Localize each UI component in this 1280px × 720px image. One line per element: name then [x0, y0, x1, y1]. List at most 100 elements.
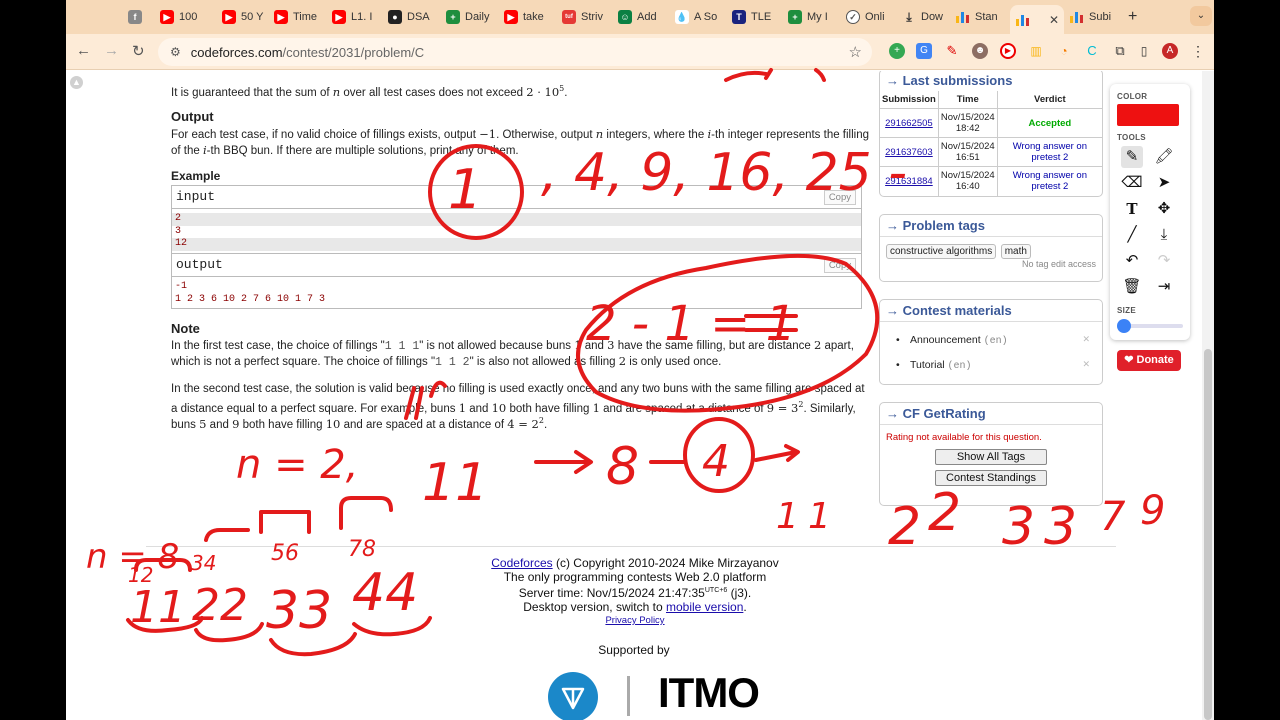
youtube-icon: ▶	[274, 10, 288, 24]
scrollbar-thumb[interactable]	[1204, 349, 1212, 720]
submission-link[interactable]: 291631884	[885, 176, 933, 187]
tab-sheets-my[interactable]: + My I	[788, 5, 840, 29]
column-header: Verdict	[997, 91, 1102, 109]
note-line2: which is not a perfect square. The choic…	[171, 354, 722, 369]
tab-youtube-take[interactable]: ▶ take	[504, 5, 556, 29]
donate-button[interactable]: ❤ Donate	[1117, 350, 1181, 371]
tab-github-dsa[interactable]: ● DSA	[388, 5, 440, 29]
close-tab-icon[interactable]: ✕	[1049, 13, 1059, 27]
problem-tags-box: → Problem tags constructive algorithms m…	[879, 214, 1103, 282]
undo-icon[interactable]: ↶	[1121, 250, 1143, 272]
material-announcement[interactable]: Announcement (en)✕	[880, 330, 1102, 355]
submission-link[interactable]: 291662505	[885, 118, 933, 129]
scroll-up-icon[interactable]: ▲	[70, 76, 83, 89]
ton-logo[interactable]	[548, 672, 598, 720]
swirl-extension-icon[interactable]: ◔	[1056, 43, 1072, 59]
tab-contacts[interactable]: ☺ Add	[618, 5, 670, 29]
download-icon[interactable]: ⤓	[1153, 224, 1175, 246]
example-output-box: output Copy -1 1 2 3 6 10 2 7 6 10 1 7 3	[171, 253, 862, 309]
tab-online[interactable]: ✓ Onli	[846, 5, 898, 29]
copy-input-button[interactable]: Copy	[823, 190, 856, 205]
c-extension-icon[interactable]: C	[1084, 43, 1100, 59]
redo-icon[interactable]: ↷	[1153, 250, 1175, 272]
youtube-icon: ▶	[160, 10, 174, 24]
check-icon: ✓	[846, 10, 860, 24]
pen-extension-icon[interactable]: ✎	[944, 43, 960, 59]
tab-striver[interactable]: tuf Striv	[562, 5, 614, 29]
submission-link[interactable]: 291637603	[885, 147, 933, 158]
tab-search-button[interactable]: ⌄	[1190, 6, 1212, 26]
tag-math[interactable]: math	[1000, 244, 1031, 259]
tab-youtube-50[interactable]: ▶ 50 Y	[222, 5, 274, 29]
cursor-icon[interactable]: ➤	[1153, 172, 1175, 194]
getrating-title: → CF GetRating	[880, 403, 1102, 425]
url-host: codeforces.com	[190, 44, 283, 60]
copy-output-button[interactable]: Copy	[823, 258, 856, 273]
tag-constructive[interactable]: constructive algorithms	[886, 244, 997, 259]
new-tab-button[interactable]: +	[1128, 8, 1137, 26]
url-path: /contest/2031/problem/C	[282, 44, 425, 60]
contacts-icon: ☺	[618, 10, 632, 24]
bookmark-star-icon[interactable]: ☆	[849, 43, 862, 61]
forward-icon[interactable]: →	[104, 42, 119, 59]
tab-sheets-daily[interactable]: + Daily	[446, 5, 498, 29]
output-desc-line2: of the i-th BBQ bun. If there are multip…	[171, 143, 519, 157]
mobile-version-link[interactable]: mobile version	[666, 600, 743, 614]
codeforces-link[interactable]: Codeforces	[491, 556, 552, 570]
text-icon[interactable]: T	[1121, 198, 1143, 220]
back-icon[interactable]: ←	[76, 42, 91, 59]
reload-icon[interactable]: ↻	[132, 42, 145, 60]
itmo-logo[interactable]: ITMO	[658, 669, 760, 717]
line-icon[interactable]: ╱	[1121, 224, 1143, 246]
tab-active-problem[interactable]: ✕	[1010, 5, 1064, 34]
tab-youtube-100[interactable]: ▶ 100	[160, 5, 212, 29]
pen-icon[interactable]: ✎	[1121, 146, 1143, 168]
tab-submissions[interactable]: Subi	[1070, 5, 1122, 29]
tab-download[interactable]: ⤓ Dow	[902, 5, 954, 29]
verdict: Wrong answer on pretest 2	[1012, 141, 1087, 163]
highlighter-icon[interactable]: 🖍	[1153, 146, 1175, 168]
eraser-icon[interactable]: ⌫	[1121, 172, 1143, 194]
tab-tle[interactable]: T TLE	[732, 5, 784, 29]
tab-facebook[interactable]: f	[128, 5, 148, 29]
color-swatch[interactable]	[1117, 104, 1179, 126]
example-input-box: input Copy 2 3 12	[171, 185, 862, 254]
contest-standings-button[interactable]: Contest Standings	[935, 470, 1047, 486]
column-header: Time	[938, 91, 998, 109]
tab-youtube-l1[interactable]: ▶ L1. I	[332, 5, 382, 29]
last-submissions-title: → Last submissions	[886, 73, 1013, 88]
avatar-extension-icon[interactable]: ☻	[972, 43, 988, 59]
address-bar[interactable]: ⚙ codeforces.com/contest/2031/problem/C …	[158, 38, 872, 66]
extension-plus-icon[interactable]: +	[889, 43, 905, 59]
tab-youtube-time[interactable]: ▶ Time	[274, 5, 326, 29]
supported-by: Supported by	[598, 643, 670, 657]
privacy-policy-link[interactable]: Privacy Policy	[605, 615, 664, 626]
sidebar-toggle-icon[interactable]: ▯	[1136, 43, 1152, 59]
input-line: 2	[172, 213, 861, 226]
footer-divider	[146, 546, 1116, 547]
puzzle-icon[interactable]: ⧉	[1112, 43, 1128, 59]
profile-avatar[interactable]: A	[1162, 43, 1178, 59]
last-submissions-box: → Last submissions Submission Time Verdi…	[879, 71, 1103, 197]
show-all-tags-button[interactable]: Show All Tags	[935, 449, 1047, 465]
scrollbar[interactable]	[1202, 71, 1214, 720]
size-slider[interactable]	[1117, 319, 1183, 333]
exit-icon[interactable]: ⇥	[1153, 276, 1175, 298]
material-tutorial[interactable]: Tutorial (en)✕	[880, 355, 1102, 380]
output-desc-line1: For each test case, if no valid choice o…	[171, 127, 870, 141]
close-icon[interactable]: ✕	[1082, 334, 1090, 345]
size-slider-knob[interactable]	[1117, 319, 1131, 333]
close-icon[interactable]: ✕	[1082, 359, 1090, 370]
tab-standings[interactable]: Stan	[956, 5, 1008, 29]
tab-drop[interactable]: 💧 A So	[675, 5, 727, 29]
trash-icon[interactable]: 🗑	[1121, 276, 1143, 298]
chart-extension-icon[interactable]: ▥	[1028, 43, 1044, 59]
problem-tags-title: → Problem tags	[880, 215, 1102, 237]
site-info-icon[interactable]: ⚙	[170, 45, 181, 59]
codeforces-icon	[1016, 13, 1030, 27]
move-icon[interactable]: ✥	[1153, 198, 1175, 220]
record-icon[interactable]: ▶	[1000, 43, 1016, 59]
tuf-icon: tuf	[562, 10, 576, 24]
translate-icon[interactable]: G	[916, 43, 932, 59]
kebab-menu-icon[interactable]: ⋮	[1190, 43, 1206, 59]
